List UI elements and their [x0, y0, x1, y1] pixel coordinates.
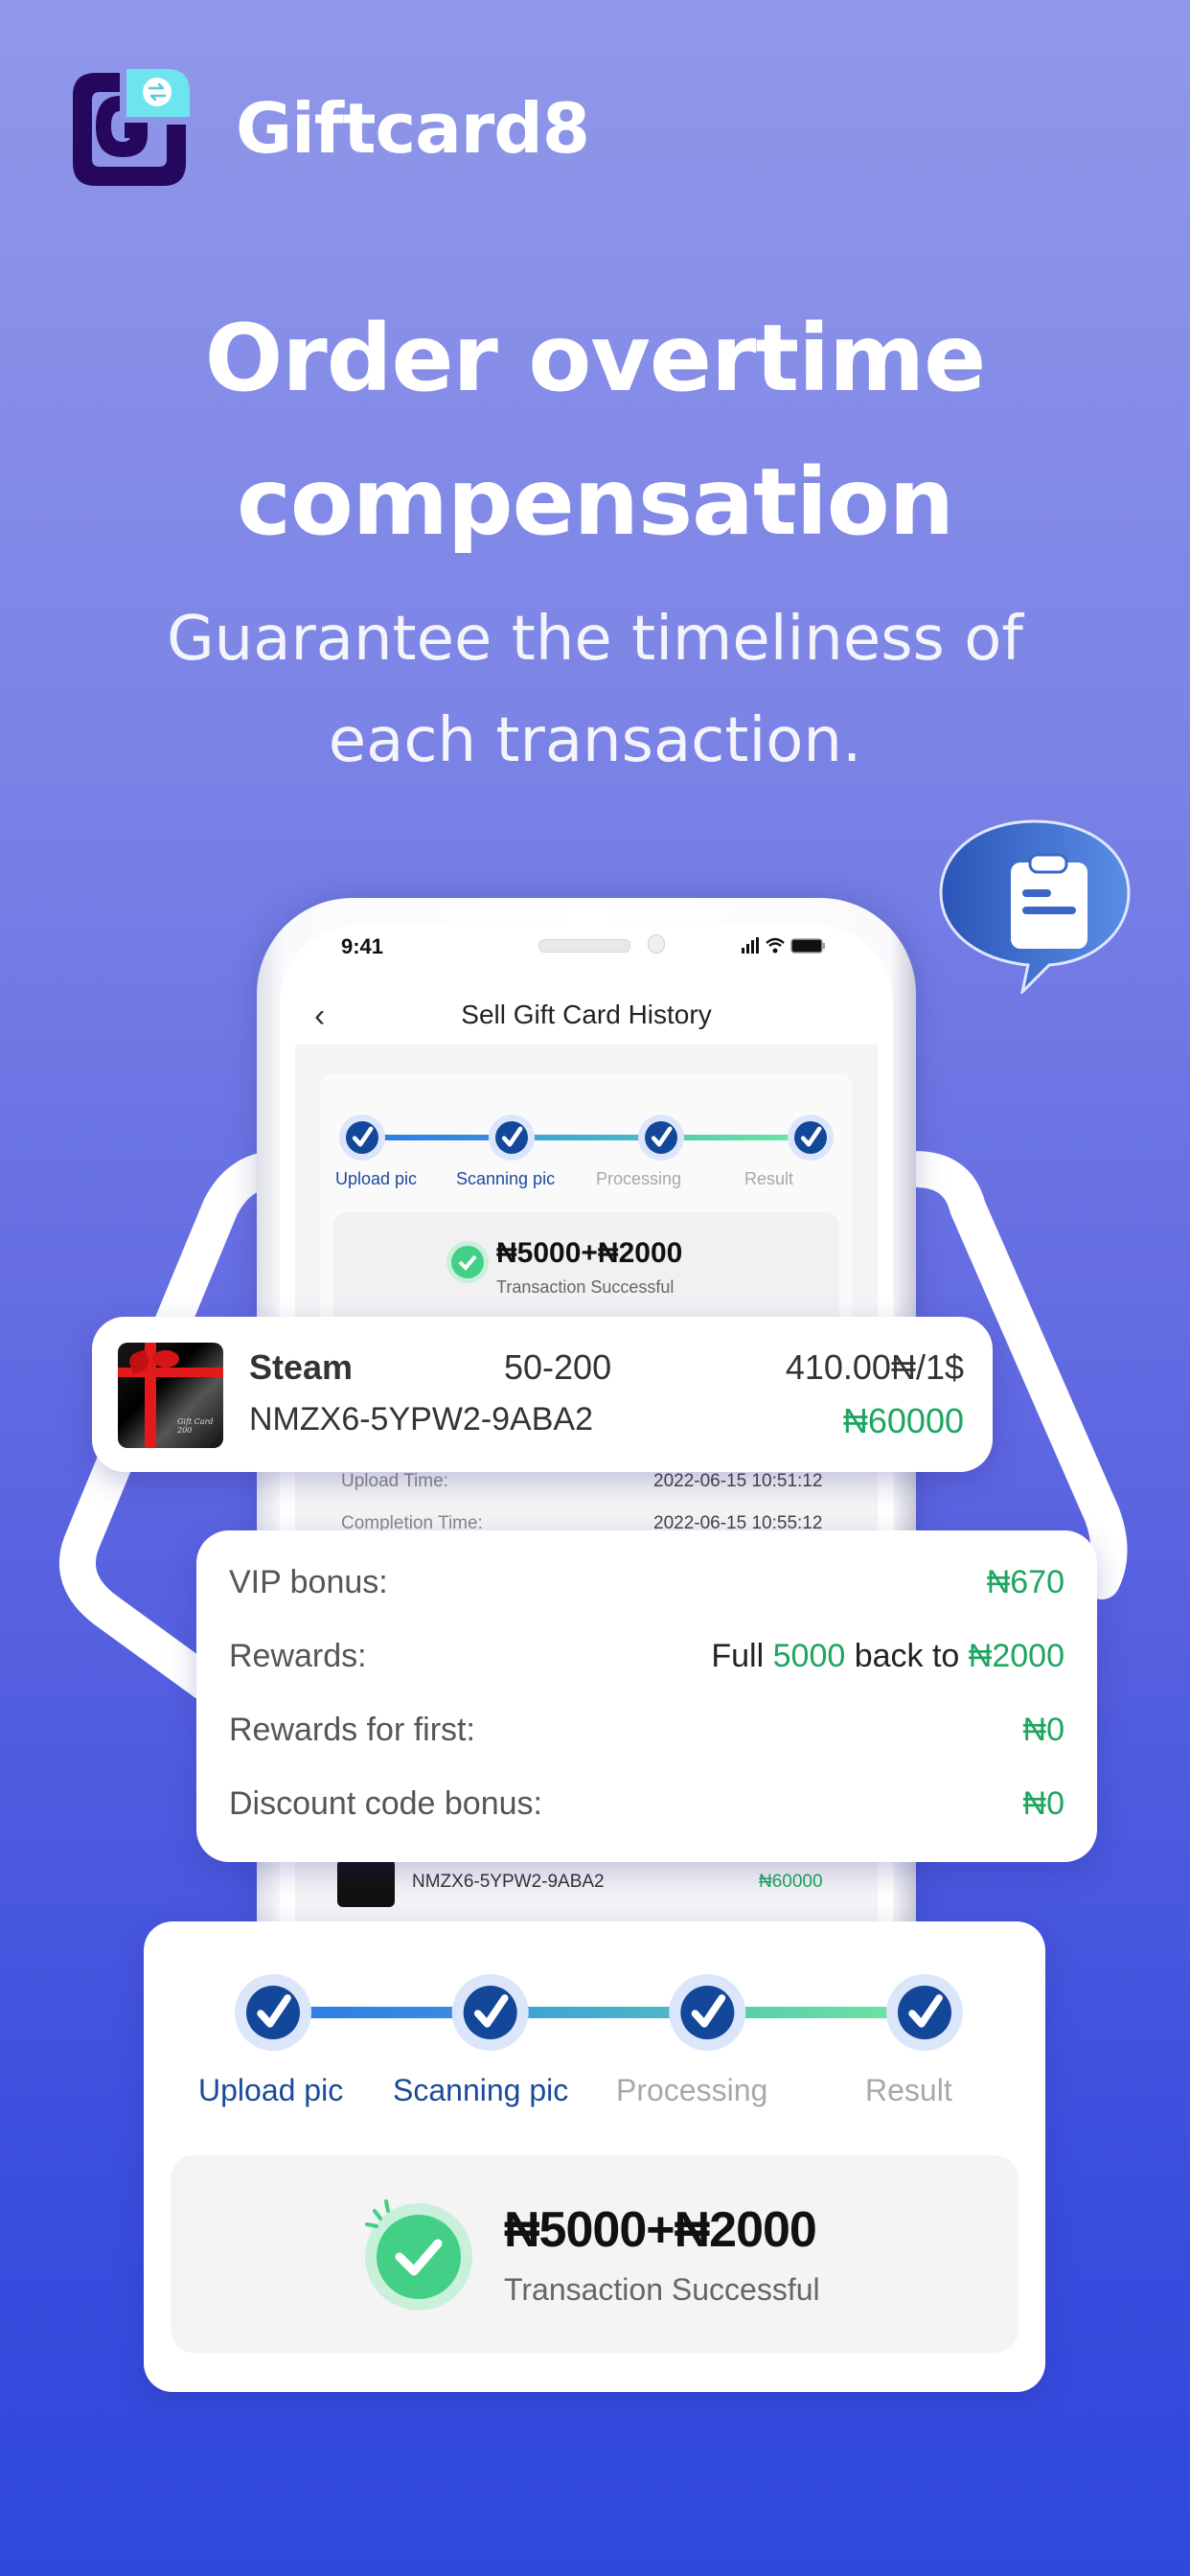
phone-speaker	[538, 939, 630, 953]
step-label-processing: Processing	[616, 2073, 768, 2107]
footer-card-amount: ₦60000	[759, 1872, 823, 1892]
progress-track	[235, 1974, 963, 2051]
mini-step-label: Scanning pic	[456, 1169, 556, 1188]
first-rewards-value: ₦0	[1022, 1712, 1064, 1748]
phone-camera	[648, 934, 665, 954]
vip-bonus-row: VIP bonus: ₦670	[229, 1564, 1064, 1612]
card-range: 50-200	[504, 1347, 612, 1387]
success-check-icon	[365, 2199, 472, 2311]
card-name: Steam	[249, 1347, 354, 1387]
mini-result-status: Transaction Successful	[496, 1277, 675, 1297]
footer-card-thumbnail	[337, 1859, 395, 1907]
brand-name: Giftcard8	[236, 88, 590, 169]
footer-card-code: NMZX6-5YPW2-9ABA2	[412, 1872, 605, 1892]
vip-bonus-value: ₦670	[986, 1564, 1064, 1600]
step-check-icon	[451, 1974, 529, 2051]
upload-time-value: 2022-06-15 10:51:12	[653, 1471, 823, 1491]
step-check-icon	[886, 1974, 963, 2051]
discount-bonus-label: Discount code bonus:	[229, 1785, 542, 1822]
rewards-value: Full 5000 back to ₦2000	[711, 1638, 1064, 1675]
card-rate: 410.00₦/1$	[785, 1347, 964, 1387]
gift-card-thumbnail: Gift Card 200	[118, 1343, 223, 1448]
status-icons	[742, 937, 825, 954]
mini-step-label: Result	[744, 1169, 794, 1188]
mini-result-amount: ₦5000+₦2000	[496, 1237, 683, 1269]
result-status: Transaction Successful	[504, 2272, 820, 2307]
first-rewards-row: Rewards for first: ₦0	[229, 1712, 1064, 1760]
headline-line-1: Order overtime	[204, 305, 986, 412]
subheadline-line-2: each transaction.	[328, 705, 862, 776]
gift-card-item[interactable]: Gift Card 200 Steam 50-200 410.00₦/1$ NM…	[92, 1317, 993, 1472]
vip-bonus-label: VIP bonus:	[229, 1564, 388, 1600]
card-code: NMZX6-5YPW2-9ABA2	[249, 1401, 593, 1438]
result-amount: ₦5000+₦2000	[504, 2202, 817, 2258]
discount-bonus-value: ₦0	[1022, 1785, 1064, 1822]
rewards-back-text: back to	[854, 1638, 960, 1674]
mini-step-label: Processing	[596, 1169, 682, 1188]
result-box: ₦5000+₦2000 Transaction Successful	[171, 2155, 1018, 2353]
rewards-label: Rewards:	[229, 1638, 367, 1674]
bonus-card: VIP bonus: ₦670 Rewards: Full 5000 back …	[196, 1530, 1097, 1862]
step-label-result: Result	[865, 2073, 952, 2107]
subheadline-line-1: Guarantee the timeliness of	[167, 604, 1023, 675]
thumbnail-text: Gift Card 200	[177, 1417, 214, 1435]
step-check-icon	[339, 1115, 385, 1161]
rewards-amount: ₦2000	[968, 1638, 1064, 1674]
step-check-icon	[489, 1115, 535, 1161]
step-check-icon	[235, 1974, 311, 2051]
step-check-icon	[788, 1115, 834, 1161]
progress-result-card: Upload pic Scanning pic Processing Resul…	[144, 1921, 1045, 2392]
rewards-row: Rewards: Full 5000 back to ₦2000	[229, 1638, 1064, 1686]
status-time: 9:41	[341, 934, 384, 958]
first-rewards-label: Rewards for first:	[229, 1712, 475, 1748]
headline-line-2: compensation	[236, 448, 954, 556]
upload-time-label: Upload Time:	[341, 1471, 448, 1491]
nav-title: Sell Gift Card History	[461, 1000, 712, 1029]
step-check-icon	[669, 1974, 746, 2051]
mini-step-label: Upload pic	[335, 1169, 418, 1188]
step-label-upload: Upload pic	[198, 2073, 344, 2107]
card-amount: ₦60000	[842, 1401, 964, 1440]
discount-bonus-row: Discount code bonus: ₦0	[229, 1785, 1064, 1833]
rewards-threshold: 5000	[772, 1638, 846, 1674]
giftcard8-logo-icon	[67, 67, 192, 192]
mini-success-check-icon	[446, 1241, 489, 1283]
step-check-icon	[638, 1115, 684, 1161]
step-label-scanning: Scanning pic	[393, 2073, 569, 2107]
clipboard-bubble-icon	[934, 816, 1135, 997]
rewards-full-text: Full	[711, 1638, 765, 1674]
